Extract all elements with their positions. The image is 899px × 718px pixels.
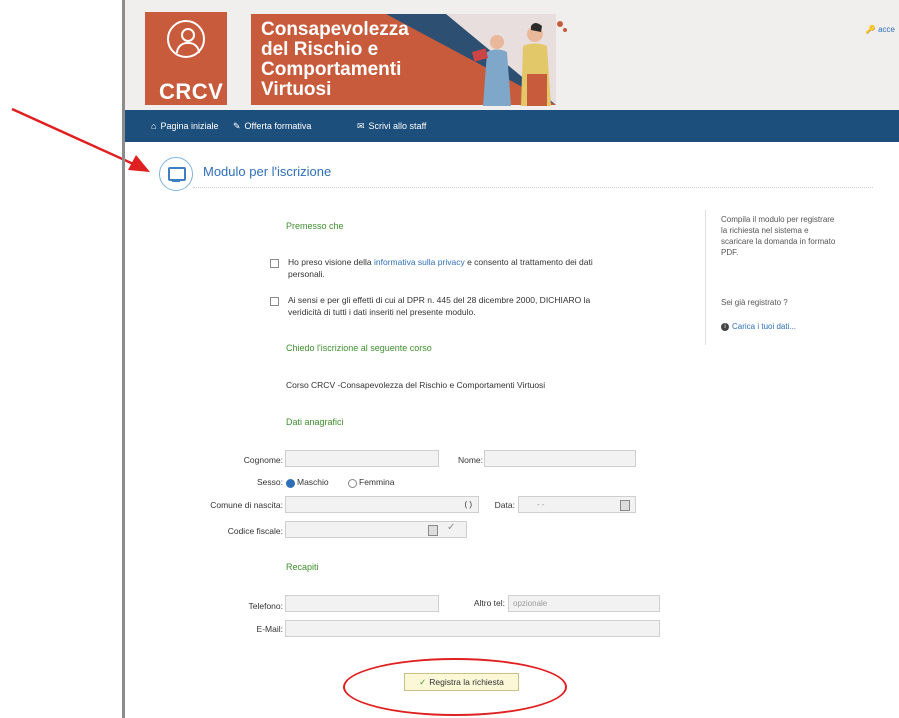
- email-input[interactable]: [285, 620, 660, 637]
- nome-label: Nome:: [457, 455, 483, 465]
- privacy-checkbox[interactable]: [270, 259, 279, 268]
- altro-tel-input[interactable]: opzionale: [508, 595, 660, 612]
- telefono-label: Telefono:: [248, 601, 284, 611]
- cognome-label: Cognome:: [243, 455, 283, 465]
- codice-fiscale-input[interactable]: [285, 521, 467, 538]
- maschio-radio[interactable]: [286, 479, 295, 488]
- nome-input[interactable]: [484, 450, 636, 467]
- telefono-input[interactable]: [285, 595, 439, 612]
- sidebar-divider: [705, 210, 706, 345]
- page: CRCV Consapevolezza del Rischio e Compor…: [125, 0, 899, 718]
- nav-item-offerta[interactable]: ✎ Offerta formativa: [233, 110, 311, 142]
- registered-question: Sei già registrato ?: [721, 298, 788, 307]
- site-title: Consapevolezza del Rischio e Comportamen…: [261, 19, 409, 100]
- calculator-icon[interactable]: [428, 525, 438, 536]
- people-illustration: [471, 21, 567, 106]
- page-title: Modulo per l'iscrizione: [203, 164, 332, 179]
- load-data-link[interactable]: i Carica i tuoi dati...: [721, 321, 881, 332]
- course-name: Corso CRCV -Consapevolezza del Rischio e…: [286, 380, 546, 390]
- heading-chiedo: Chiedo l'iscrizione al seguente corso: [286, 343, 432, 353]
- graduation-icon: ✎: [233, 121, 241, 131]
- sesso-label: Sesso:: [257, 477, 283, 487]
- cognome-input[interactable]: [285, 450, 439, 467]
- key-icon: 🔑: [865, 25, 876, 34]
- altro-tel-label: Altro tel:: [473, 598, 505, 608]
- calendar-icon[interactable]: [620, 500, 630, 511]
- nav-item-home[interactable]: ⌂ Pagina iniziale: [151, 110, 218, 142]
- monitor-icon: [159, 157, 193, 191]
- privacy-text: Ho preso visione della informativa sulla…: [288, 257, 593, 279]
- comune-input[interactable]: ( ): [285, 496, 479, 513]
- divider: [193, 187, 873, 188]
- user-icon: [167, 20, 205, 58]
- dpr-text: Ai sensi e per gli effetti di cui al DPR…: [288, 295, 591, 317]
- comune-label: Comune di nascita:: [210, 500, 283, 510]
- heading-recapiti: Recapiti: [286, 562, 319, 572]
- logo-text: CRCV: [159, 79, 224, 104]
- info-icon: i: [721, 322, 729, 331]
- sidebar-help: Compila il modulo per registrare la rich…: [721, 215, 836, 257]
- data-input[interactable]: - -: [518, 496, 636, 513]
- logo[interactable]: CRCV: [145, 12, 227, 105]
- femmina-label: Femmina: [359, 477, 395, 487]
- home-icon: ⌂: [151, 121, 157, 131]
- codice-fiscale-label: Codice fiscale:: [227, 526, 283, 536]
- mail-icon: ✉: [357, 121, 365, 131]
- femmina-radio[interactable]: [348, 479, 357, 488]
- verify-check-icon[interactable]: ✓: [447, 522, 455, 533]
- heading-premesso: Premesso che: [286, 221, 344, 231]
- email-label: E-Mail:: [256, 624, 283, 634]
- heading-dati-anagrafici: Dati anagrafici: [286, 417, 344, 427]
- login-link[interactable]: 🔑 acce: [866, 25, 895, 34]
- privacy-link[interactable]: informativa sulla privacy: [374, 257, 465, 267]
- dpr-checkbox[interactable]: [270, 297, 279, 306]
- data-label: Data:: [494, 500, 515, 510]
- maschio-label: Maschio: [297, 477, 329, 487]
- annotation-ellipse: [343, 658, 567, 716]
- main-nav: ⌂ Pagina iniziale ✎ Offerta formativa ✉ Scr…: [125, 110, 899, 142]
- nav-item-scrivi[interactable]: ✉ Scrivi allo staff: [357, 110, 426, 142]
- site-header: CRCV Consapevolezza del Rischio e Compor…: [125, 0, 899, 110]
